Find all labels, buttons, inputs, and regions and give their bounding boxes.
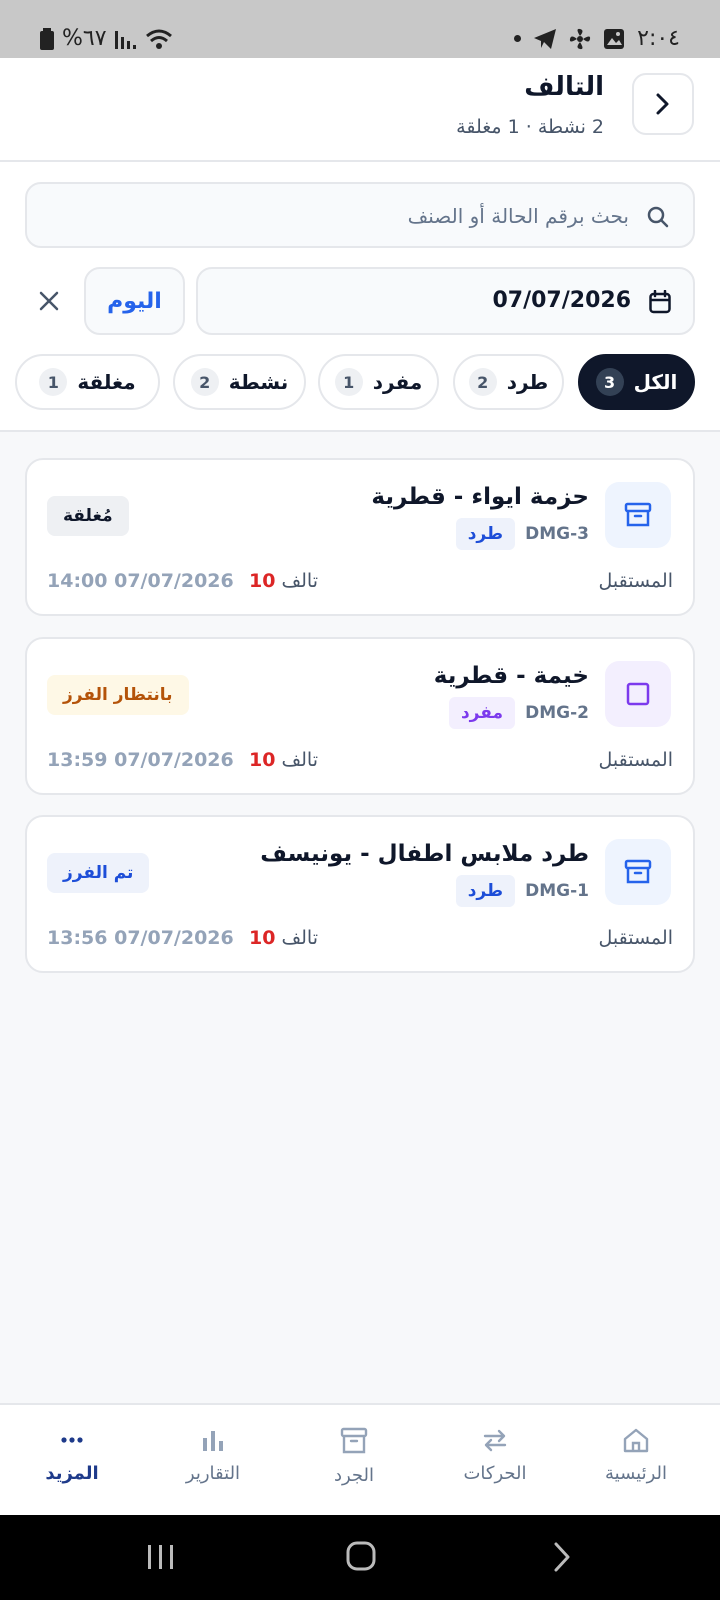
telegram-icon <box>534 28 557 49</box>
card-location: المستقبل <box>598 749 673 771</box>
filter-panel: بحث برقم الحالة أو الصنف 07/07/2026 اليو… <box>0 162 720 432</box>
damaged-count: 10 <box>249 570 276 592</box>
bottom-nav: المزيد التقارير الجرد الحركات الرئيسية <box>0 1403 720 1515</box>
card-location: المستقبل <box>598 570 673 592</box>
damage-card[interactable]: حزمة ايواء - قطرية DMG-3 طرد مُغلقة المس… <box>25 458 695 616</box>
more-icon <box>61 1437 83 1443</box>
archive-icon <box>340 1427 368 1454</box>
bar-chart-icon <box>203 1431 223 1451</box>
card-title: حزمة ايواء - قطرية <box>371 484 589 510</box>
card-damaged: تالف 10 <box>249 927 318 949</box>
damage-card[interactable]: طرد ملابس اطفال - يونيسف DMG-1 طرد تم ال… <box>25 815 695 973</box>
clear-date-icon[interactable] <box>36 288 62 314</box>
status-right: ٢:٠٤ <box>514 26 680 51</box>
today-button[interactable]: اليوم <box>84 267 185 335</box>
home-button-icon[interactable] <box>346 1541 376 1571</box>
chip-count: 1 <box>39 368 68 396</box>
chip-active[interactable]: نشطة 2 <box>173 354 306 410</box>
chip-single[interactable]: مفرد 1 <box>318 354 439 410</box>
notification-dot-icon <box>514 35 522 42</box>
page-subtitle: 2 نشطة · 1 مغلقة <box>456 116 604 138</box>
recents-icon[interactable] <box>146 1543 176 1571</box>
card-code: DMG-1 <box>525 881 589 901</box>
nav-label: الحركات <box>463 1463 527 1484</box>
nav-label: الرئيسية <box>605 1463 667 1484</box>
search-placeholder: بحث برقم الحالة أو الصنف <box>407 204 629 228</box>
search-icon <box>647 206 669 228</box>
system-nav-bar <box>0 1515 720 1600</box>
damaged-label: تالف <box>281 749 318 771</box>
battery-percent: %٦٧ <box>62 26 107 51</box>
card-icon-box <box>605 661 671 727</box>
nav-label: التقارير <box>185 1463 241 1484</box>
chip-all[interactable]: الكل 3 <box>578 354 695 410</box>
back-button[interactable] <box>632 73 694 135</box>
card-code: DMG-2 <box>525 703 589 723</box>
transfer-icon <box>483 1429 507 1452</box>
card-type-tag: مفرد <box>448 697 515 729</box>
signal-icon <box>114 30 136 49</box>
search-input[interactable]: بحث برقم الحالة أو الصنف <box>25 182 695 248</box>
status-badge: مُغلقة <box>47 496 129 536</box>
chip-count: 2 <box>468 368 497 396</box>
card-type-tag: طرد <box>455 875 515 907</box>
card-type-tag: طرد <box>455 518 515 550</box>
status-badge: تم الفرز <box>47 853 150 893</box>
card-title: خيمة - قطرية <box>433 663 589 689</box>
chip-count: 3 <box>595 368 624 396</box>
damaged-count: 10 <box>249 749 276 771</box>
card-location: المستقبل <box>598 927 673 949</box>
status-left: %٦٧ <box>40 26 173 51</box>
fan-icon <box>570 28 591 49</box>
damage-card[interactable]: خيمة - قطرية DMG-2 مفرد بانتظار الفرز ال… <box>25 637 695 795</box>
calendar-icon <box>649 290 671 314</box>
chip-label: مغلقة <box>77 370 136 394</box>
chip-closed[interactable]: مغلقة 1 <box>15 354 160 410</box>
page-header: التالف 2 نشطة · 1 مغلقة <box>0 58 720 162</box>
nav-label: الجرد <box>333 1465 375 1486</box>
card-icon-box <box>605 482 671 548</box>
nav-item-inventory[interactable]: الجرد <box>294 1427 414 1486</box>
card-datetime: 13:56 07/07/2026 <box>47 927 234 949</box>
battery-icon <box>40 27 54 50</box>
chip-count: 1 <box>334 368 363 396</box>
chip-package[interactable]: طرد 2 <box>453 354 564 410</box>
square-icon <box>626 682 650 706</box>
nav-item-movements[interactable]: الحركات <box>435 1427 555 1484</box>
date-field[interactable]: 07/07/2026 <box>196 267 695 335</box>
damaged-count: 10 <box>249 927 276 949</box>
home-icon <box>623 1428 649 1453</box>
gallery-icon <box>604 28 625 49</box>
card-damaged: تالف 10 <box>249 749 318 771</box>
clock-time: ٢:٠٤ <box>637 26 680 51</box>
card-datetime: 14:00 07/07/2026 <box>47 570 234 592</box>
archive-icon <box>624 502 652 527</box>
chip-count: 2 <box>190 368 219 396</box>
card-datetime: 13:59 07/07/2026 <box>47 749 234 771</box>
nav-item-reports[interactable]: التقارير <box>153 1427 273 1484</box>
card-damaged: تالف 10 <box>249 570 318 592</box>
chevron-right-icon <box>656 93 669 115</box>
filter-chips: الكل 3 طرد 2 مفرد 1 نشطة 2 مغلقة 1 <box>0 354 720 414</box>
damaged-label: تالف <box>281 570 318 592</box>
nav-item-home[interactable]: الرئيسية <box>576 1427 696 1484</box>
card-title: طرد ملابس اطفال - يونيسف <box>260 841 589 867</box>
chip-label: طرد <box>506 370 549 394</box>
nav-item-more[interactable]: المزيد <box>12 1427 132 1484</box>
card-code: DMG-3 <box>525 524 589 544</box>
archive-icon <box>624 859 652 884</box>
card-icon-box <box>605 839 671 905</box>
chip-label: مفرد <box>372 370 423 394</box>
chip-label: الكل <box>633 370 678 394</box>
status-bar: %٦٧ ٢:٠٤ <box>0 0 720 58</box>
nav-label: المزيد <box>45 1463 99 1484</box>
damaged-label: تالف <box>281 927 318 949</box>
page-title: التالف <box>524 72 604 102</box>
back-nav-icon[interactable] <box>552 1541 572 1573</box>
date-value: 07/07/2026 <box>492 288 631 313</box>
wifi-icon <box>145 29 172 49</box>
chip-label: نشطة <box>228 370 289 394</box>
status-badge: بانتظار الفرز <box>47 675 189 715</box>
